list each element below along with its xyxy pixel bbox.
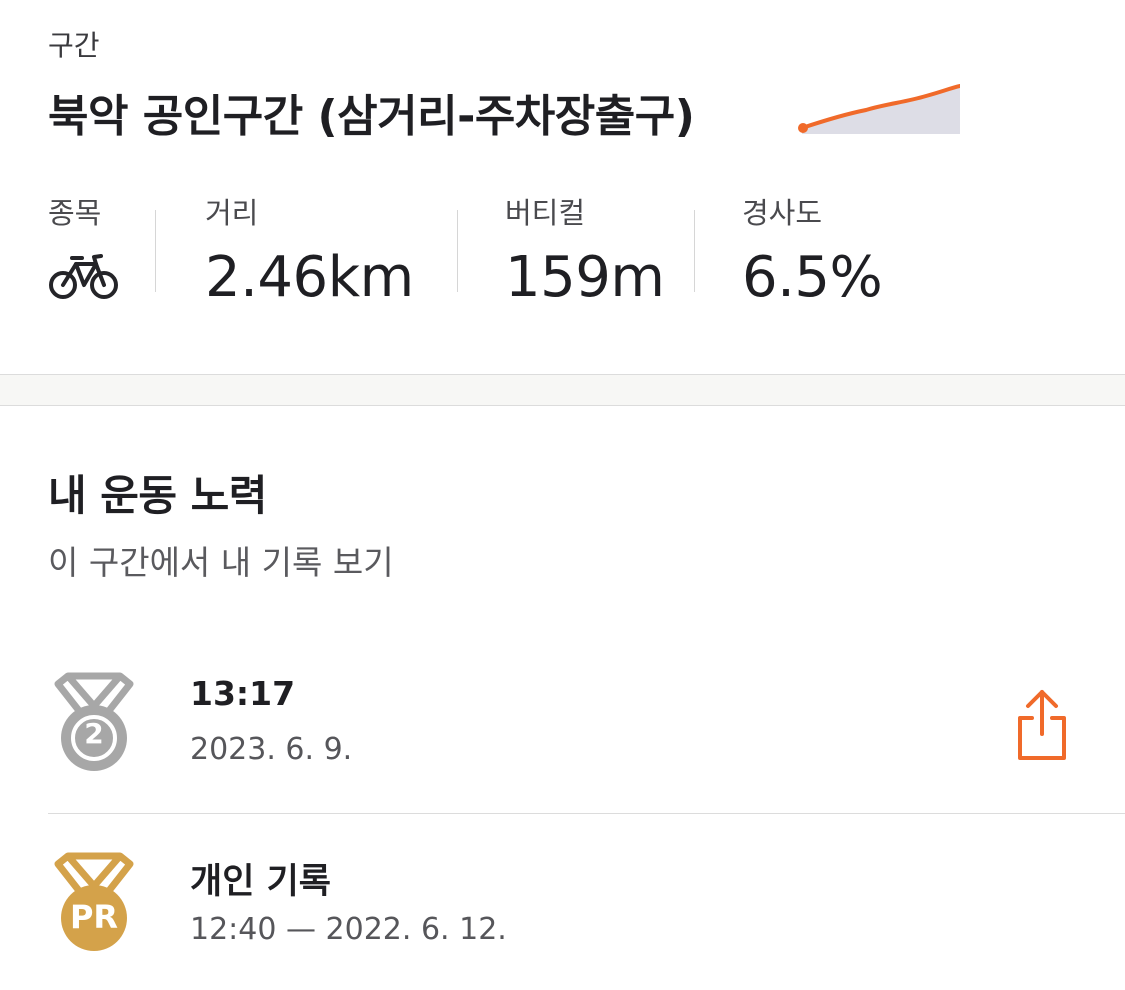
stat-divider — [694, 210, 695, 292]
vertical-value: 159m — [505, 245, 665, 310]
efforts-title: 내 운동 노력 — [48, 471, 267, 520]
pr-badge: PR — [69, 898, 119, 936]
distance-label: 거리 — [205, 196, 259, 230]
effort-time[interactable]: 13:17 — [190, 674, 295, 713]
row-divider — [48, 813, 1125, 814]
share-icon[interactable] — [1014, 688, 1070, 762]
sport-label: 종목 — [48, 196, 102, 230]
medal-rank: 2 — [84, 717, 104, 750]
personal-record-detail: 12:40 — 2022. 6. 12. — [190, 912, 507, 947]
stat-divider — [457, 210, 458, 292]
bike-icon — [49, 254, 118, 299]
vertical-label: 버티컬 — [505, 196, 586, 230]
segment-label: 구간 — [48, 29, 100, 62]
section-separator — [0, 374, 1125, 406]
stat-divider — [155, 210, 156, 292]
personal-record-title[interactable]: 개인 기록 — [190, 853, 331, 904]
effort-date: 2023. 6. 9. — [190, 732, 353, 767]
efforts-subtitle: 이 구간에서 내 기록 보기 — [48, 543, 394, 582]
distance-value: 2.46km — [205, 245, 414, 310]
grade-value: 6.5% — [742, 245, 883, 310]
segment-title: 북악 공인구간 (삼거리-주차장출구) — [48, 91, 695, 142]
elevation-profile — [798, 84, 960, 134]
grade-label: 경사도 — [742, 196, 823, 230]
